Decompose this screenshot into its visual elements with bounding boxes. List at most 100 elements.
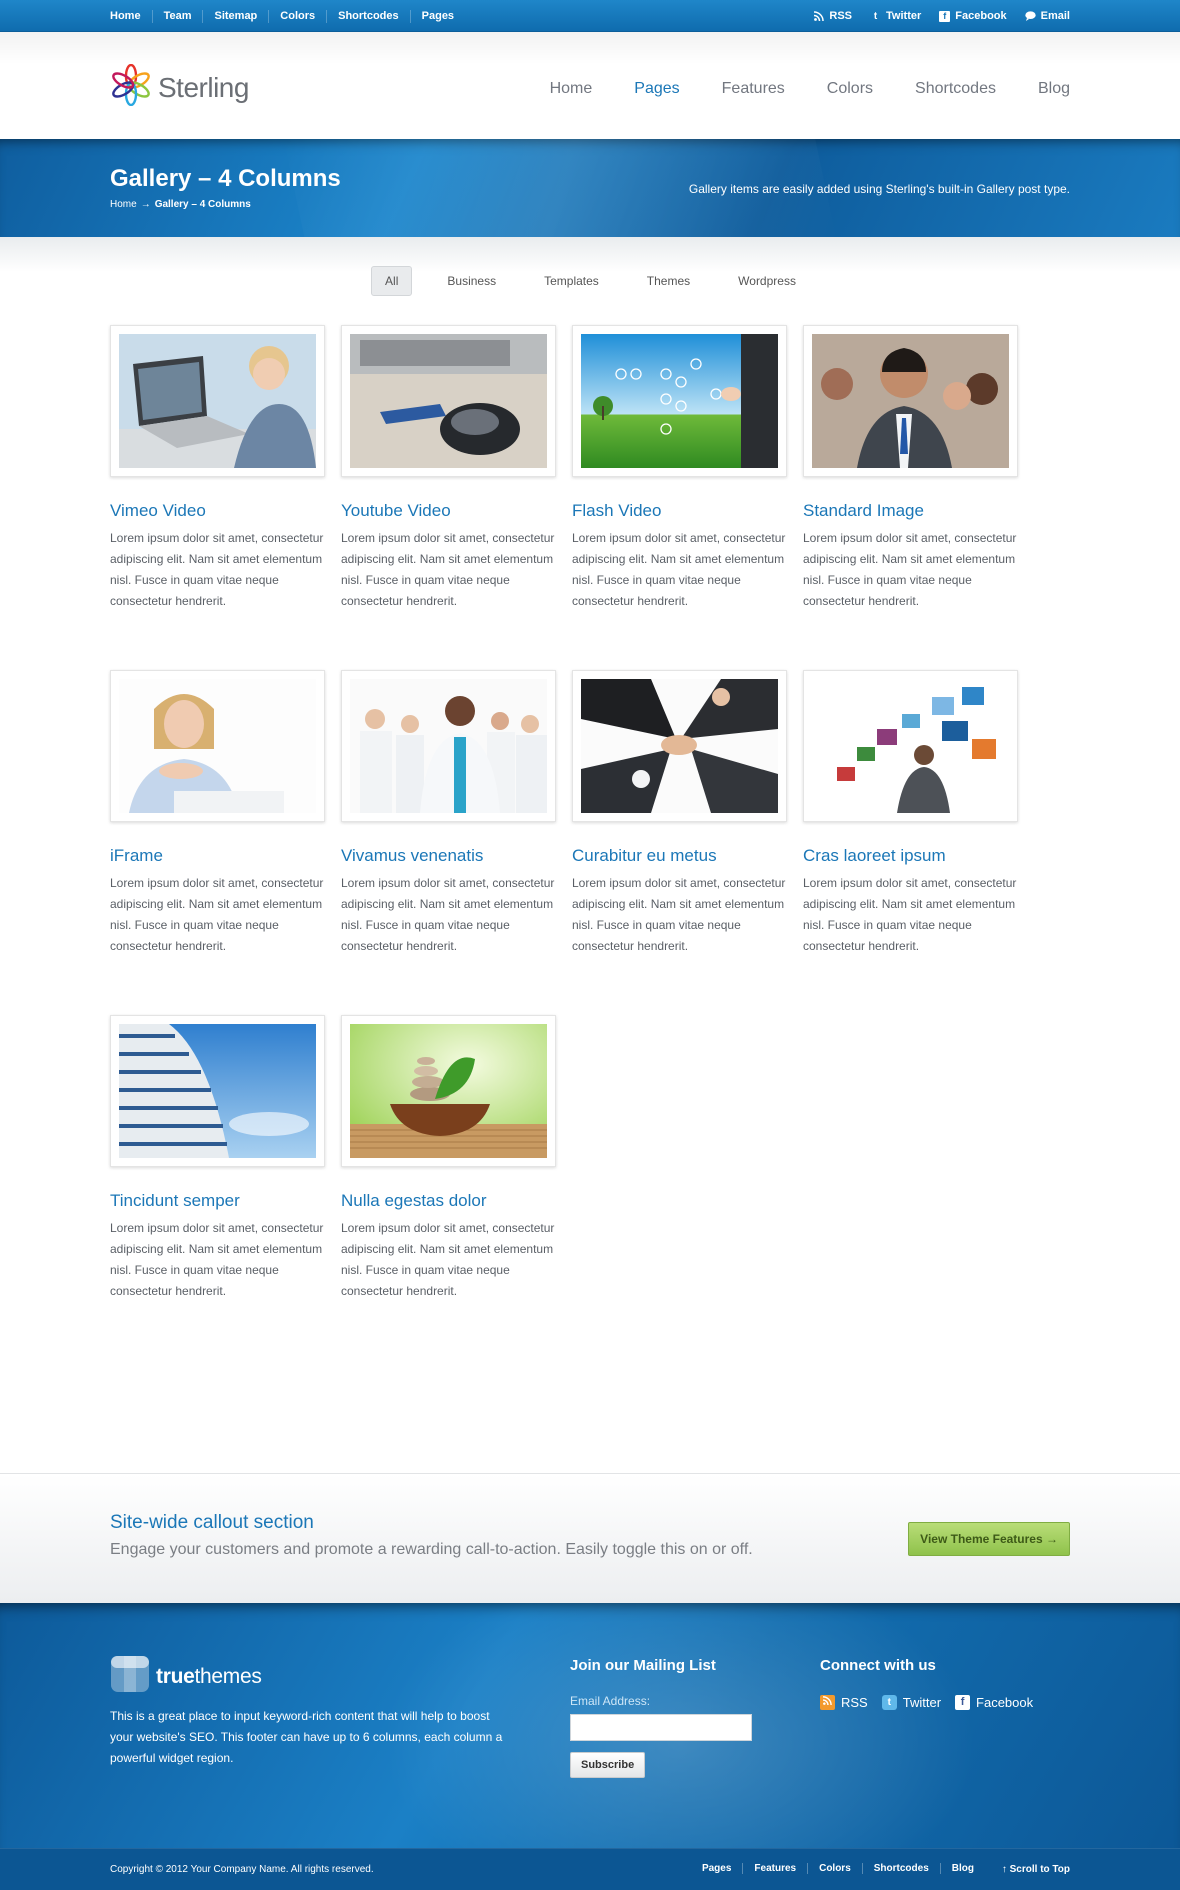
nav-home[interactable]: Home (550, 80, 593, 98)
flower-logo-icon (110, 63, 152, 111)
gallery-item-title[interactable]: Curabitur eu metus (572, 845, 787, 867)
filter-wordpress[interactable]: Wordpress (725, 267, 809, 295)
gallery-thumbnail[interactable] (110, 325, 325, 477)
footer-rss-link[interactable]: RSS (820, 1695, 868, 1710)
connect-title: Connect with us (820, 1657, 936, 1674)
gallery-thumbnail[interactable] (803, 325, 1018, 477)
nav-blog[interactable]: Blog (1038, 80, 1070, 98)
logo[interactable]: Sterling (110, 63, 249, 111)
footer-twitter-link[interactable]: t Twitter (881, 1695, 941, 1710)
gallery-item-title[interactable]: iFrame (110, 845, 325, 867)
view-theme-features-button[interactable]: View Theme Features → (908, 1522, 1070, 1556)
copyright: Copyright © 2012 Your Company Name. All … (110, 1864, 374, 1875)
gallery-item-text: Lorem ipsum dolor sit amet, consectetur … (572, 876, 786, 953)
footer-logo[interactable]: truethemes (110, 1655, 262, 1698)
email-field[interactable] (570, 1714, 752, 1741)
gallery-item: iFrame Lorem ipsum dolor sit amet, conse… (110, 670, 325, 957)
nav-features[interactable]: Features (722, 80, 785, 98)
gallery-filter: All Business Templates Themes Wordpress (0, 237, 1180, 325)
gallery-item-title[interactable]: Vivamus venenatis (341, 845, 556, 867)
callout-section: Site-wide callout section Engage your cu… (0, 1473, 1180, 1603)
truethemes-logo-icon (110, 1655, 150, 1698)
gallery-item: Flash Video Lorem ipsum dolor sit amet, … (572, 325, 787, 612)
mailing-list-title: Join our Mailing List (570, 1657, 716, 1674)
filter-templates[interactable]: Templates (531, 267, 612, 295)
subscribe-button[interactable]: Subscribe (570, 1752, 646, 1778)
filter-all[interactable]: All (371, 266, 413, 296)
gallery-item: Standard Image Lorem ipsum dolor sit ame… (803, 325, 1018, 612)
top-nav-team[interactable]: Team (151, 9, 203, 23)
gallery-thumbnail[interactable] (110, 1015, 325, 1167)
gallery-item: Curabitur eu metus Lorem ipsum dolor sit… (572, 670, 787, 957)
facebook-icon: f (939, 10, 951, 22)
top-nav-sitemap[interactable]: Sitemap (202, 9, 268, 23)
rss-icon (820, 1695, 835, 1710)
facebook-icon: f (955, 1695, 971, 1710)
nav-shortcodes[interactable]: Shortcodes (915, 80, 996, 98)
filter-business[interactable]: Business (434, 267, 509, 295)
page-title: Gallery – 4 Columns (110, 165, 341, 192)
gallery-item-text: Lorem ipsum dolor sit amet, consectetur … (803, 876, 1017, 953)
footer-nav-shortcodes[interactable]: Shortcodes (861, 1863, 940, 1874)
gallery-thumbnail[interactable] (110, 670, 325, 822)
top-nav-home[interactable]: Home (110, 10, 152, 23)
gallery-item-text: Lorem ipsum dolor sit amet, consectetur … (110, 876, 324, 953)
nav-colors[interactable]: Colors (827, 80, 873, 98)
top-social: RSS t Twitter f Facebook Email (813, 0, 1070, 32)
email-label: Email Address: (570, 1694, 651, 1708)
top-social-twitter[interactable]: t Twitter (870, 10, 921, 22)
footer-facebook-link[interactable]: f Facebook (955, 1695, 1033, 1710)
team-hands-image (581, 679, 778, 813)
footer-nav-colors[interactable]: Colors (807, 1863, 862, 1874)
footer-nav: Pages Features Colors Shortcodes Blog (691, 1863, 985, 1874)
top-social-rss[interactable]: RSS (813, 10, 852, 22)
gallery-item-title[interactable]: Nulla egestas dolor (341, 1190, 556, 1212)
gallery-item-text: Lorem ipsum dolor sit amet, consectetur … (110, 531, 324, 608)
connect-links: RSS t Twitter f Facebook (820, 1695, 1033, 1710)
gallery-thumbnail[interactable] (803, 670, 1018, 822)
connect-with-us: Connect with us RSS t Twitter f Facebook (820, 1657, 1033, 1710)
nav-pages[interactable]: Pages (634, 80, 679, 98)
gallery-item: Youtube Video Lorem ipsum dolor sit amet… (341, 325, 556, 612)
gallery-item-text: Lorem ipsum dolor sit amet, consectetur … (803, 531, 1017, 608)
top-nav-pages[interactable]: Pages (409, 9, 465, 23)
gallery-item-title[interactable]: Standard Image (803, 500, 1018, 522)
gallery-thumbnail[interactable] (572, 670, 787, 822)
gallery-content: Vimeo Video Lorem ipsum dolor sit amet, … (0, 325, 1180, 1325)
gallery-item-title[interactable]: Vimeo Video (110, 500, 325, 522)
footer-nav-features[interactable]: Features (742, 1863, 807, 1874)
gallery-item-title[interactable]: Cras laoreet ipsum (803, 845, 1018, 867)
gallery-item-title[interactable]: Youtube Video (341, 500, 556, 522)
scroll-to-top-button[interactable]: ↑ Scroll to Top (1002, 1864, 1070, 1875)
breadcrumb-arrow: → (140, 199, 151, 210)
breadcrumb-home[interactable]: Home (110, 199, 137, 210)
top-nav-shortcodes[interactable]: Shortcodes (326, 9, 410, 23)
mouse-laptop-image (350, 334, 547, 468)
filter-themes[interactable]: Themes (634, 267, 703, 295)
gallery-item-title[interactable]: Flash Video (572, 500, 787, 522)
footer-nav-blog[interactable]: Blog (939, 1863, 985, 1874)
callout-title: Site-wide callout section (110, 1512, 314, 1533)
sub-footer: Copyright © 2012 Your Company Name. All … (0, 1848, 1180, 1890)
gallery-item-text: Lorem ipsum dolor sit amet, consectetur … (341, 1221, 555, 1298)
gallery-item: Vivamus venenatis Lorem ipsum dolor sit … (341, 670, 556, 957)
gallery-item-title[interactable]: Tincidunt semper (110, 1190, 325, 1212)
gallery-thumbnail[interactable] (341, 325, 556, 477)
doctors-team-image (350, 679, 547, 813)
gallery-thumbnail[interactable] (341, 670, 556, 822)
gallery-thumbnail[interactable] (572, 325, 787, 477)
gallery-item: Cras laoreet ipsum Lorem ipsum dolor sit… (803, 670, 1018, 957)
office-building-image (119, 1024, 316, 1158)
top-social-email[interactable]: Email (1024, 10, 1070, 22)
breadcrumb-current: Gallery – 4 Columns (154, 199, 251, 210)
top-nav-colors[interactable]: Colors (268, 9, 326, 23)
top-social-facebook[interactable]: f Facebook (939, 10, 1007, 22)
gallery-item-text: Lorem ipsum dolor sit amet, consectetur … (341, 876, 555, 953)
header: Sterling Home Pages Features Colors Shor… (0, 32, 1180, 139)
gallery-item-text: Lorem ipsum dolor sit amet, consectetur … (572, 531, 786, 608)
gallery-item: Tincidunt semper Lorem ipsum dolor sit a… (110, 1015, 325, 1302)
gallery-thumbnail[interactable] (341, 1015, 556, 1167)
footer-nav-pages[interactable]: Pages (691, 1863, 742, 1874)
logo-text: Sterling (158, 71, 249, 103)
page-banner: Gallery – 4 Columns Home → Gallery – 4 C… (0, 139, 1180, 237)
